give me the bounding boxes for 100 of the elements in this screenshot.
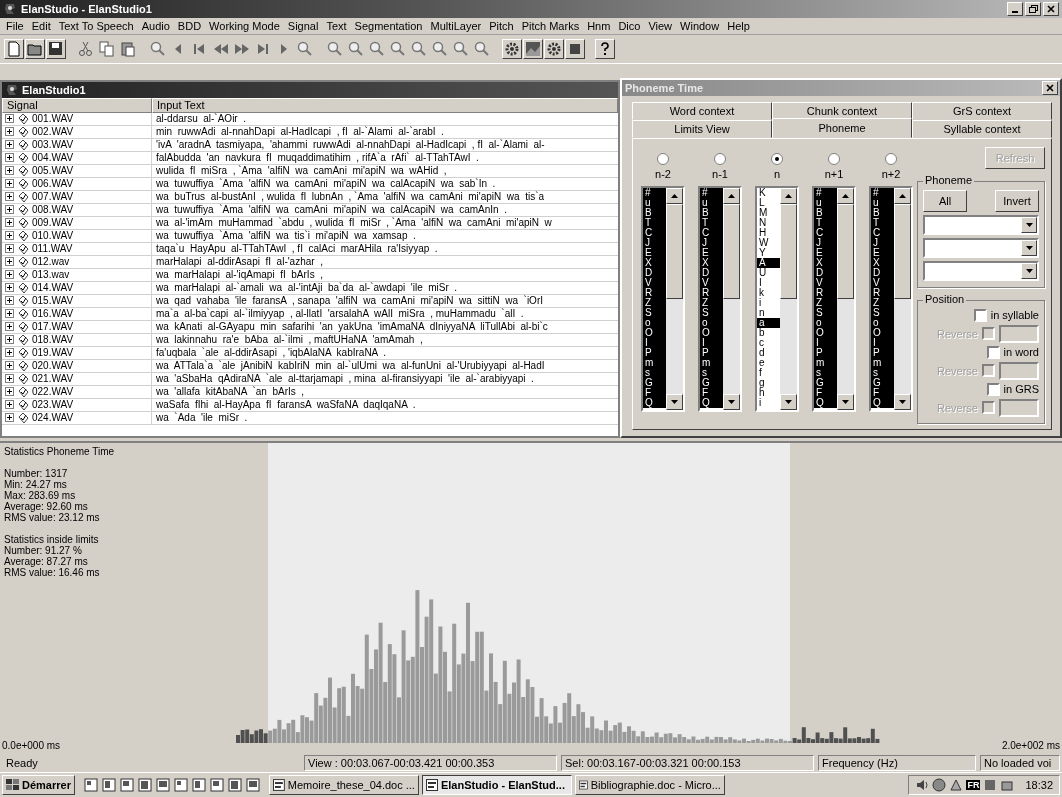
- expand-icon[interactable]: [5, 387, 14, 397]
- zoom-icon[interactable]: [452, 39, 470, 58]
- list-item[interactable]: O: [814, 327, 837, 338]
- list-item[interactable]: G: [871, 377, 894, 388]
- list-item[interactable]: d: [757, 347, 780, 358]
- list-item[interactable]: X: [871, 257, 894, 268]
- zoom-icon[interactable]: [296, 39, 314, 58]
- list-item[interactable]: B: [700, 207, 723, 218]
- list-item[interactable]: V: [700, 277, 723, 288]
- new-file-icon[interactable]: [5, 39, 23, 58]
- list-item[interactable]: Q: [700, 397, 723, 408]
- menu-item[interactable]: Pitch: [485, 19, 518, 32]
- list-item[interactable]: J: [871, 237, 894, 248]
- list-item[interactable]: H: [757, 227, 780, 238]
- list-item[interactable]: a: [757, 317, 780, 328]
- radio-button[interactable]: [657, 152, 669, 165]
- list-item[interactable]: c: [757, 337, 780, 348]
- scroll-down-button[interactable]: [894, 393, 911, 410]
- list-item[interactable]: W: [757, 237, 780, 248]
- list-item[interactable]: G: [643, 377, 666, 388]
- scroll-thumb[interactable]: [723, 203, 740, 299]
- scroll-up-button[interactable]: [666, 187, 683, 204]
- list-item[interactable]: o: [871, 317, 894, 328]
- list-item[interactable]: E: [643, 247, 666, 258]
- zoom-icon[interactable]: [473, 39, 491, 58]
- radio-button[interactable]: [828, 152, 840, 165]
- list-item[interactable]: F: [700, 387, 723, 398]
- list-item[interactable]: P: [871, 347, 894, 358]
- list-item[interactable]: S: [700, 307, 723, 318]
- menu-item[interactable]: MultiLayer: [426, 19, 486, 32]
- menu-item[interactable]: Signal: [283, 19, 323, 32]
- list-item[interactable]: m: [643, 357, 666, 368]
- list-item[interactable]: s: [643, 367, 666, 378]
- radio-button[interactable]: [885, 152, 897, 165]
- list-item[interactable]: F: [871, 387, 894, 398]
- list-item[interactable]: B: [643, 207, 666, 218]
- tab[interactable]: GrS context: [912, 101, 1052, 120]
- image-icon[interactable]: [524, 39, 542, 58]
- list-item[interactable]: V: [871, 277, 894, 288]
- expand-icon[interactable]: [5, 283, 14, 293]
- list-item[interactable]: #: [643, 187, 666, 198]
- list-item[interactable]: O: [643, 327, 666, 338]
- list-box[interactable]: # u B T C J E X D V R Z S o O I P m s G F Q: [869, 185, 913, 412]
- list-item[interactable]: Z: [700, 297, 723, 308]
- list-item[interactable]: O: [871, 327, 894, 338]
- list-item[interactable]: T: [814, 217, 837, 228]
- list-item[interactable]: I: [700, 337, 723, 348]
- scroll-thumb[interactable]: [780, 203, 797, 299]
- list-item[interactable]: s: [700, 367, 723, 378]
- list-item[interactable]: #: [814, 187, 837, 198]
- expand-icon[interactable]: [5, 244, 14, 254]
- expand-icon[interactable]: [5, 374, 14, 384]
- menu-item[interactable]: Text To Speech: [54, 19, 138, 32]
- list-item[interactable]: Q: [643, 397, 666, 408]
- tab[interactable]: Word context: [632, 101, 772, 120]
- list-item[interactable]: D: [643, 267, 666, 278]
- expand-icon[interactable]: [5, 257, 14, 267]
- language-indicator[interactable]: FR: [966, 780, 981, 791]
- list-item[interactable]: u: [814, 197, 837, 208]
- menu-item[interactable]: Window: [676, 19, 724, 32]
- list-item[interactable]: C: [700, 227, 723, 238]
- list-item[interactable]: g: [757, 377, 780, 388]
- menu-item[interactable]: Working Mode: [205, 19, 284, 32]
- list-item[interactable]: C: [871, 227, 894, 238]
- restore-button[interactable]: [1025, 2, 1041, 16]
- dropdown[interactable]: [923, 260, 1039, 281]
- expand-icon[interactable]: [5, 140, 14, 150]
- menu-item[interactable]: View: [644, 19, 677, 32]
- list-item[interactable]: J: [643, 237, 666, 248]
- zoom-icon[interactable]: [347, 39, 365, 58]
- expand-icon[interactable]: [5, 114, 14, 124]
- expand-icon[interactable]: [5, 166, 14, 176]
- list-item[interactable]: Z: [643, 297, 666, 308]
- list-item[interactable]: P: [643, 347, 666, 358]
- copy-icon[interactable]: [98, 39, 116, 58]
- list-item[interactable]: X: [814, 257, 837, 268]
- list-item[interactable]: S: [643, 307, 666, 318]
- tab[interactable]: Phoneme: [772, 117, 912, 138]
- list-item[interactable]: m: [871, 357, 894, 368]
- list-item[interactable]: E: [814, 247, 837, 258]
- close-button[interactable]: [1042, 80, 1058, 95]
- list-item[interactable]: G: [700, 377, 723, 388]
- list-item[interactable]: #: [700, 187, 723, 198]
- list-item[interactable]: u: [700, 197, 723, 208]
- menu-item[interactable]: Hnm: [583, 19, 615, 32]
- menu-item[interactable]: Audio: [137, 19, 174, 32]
- checkbox[interactable]: [986, 345, 1000, 359]
- list-item[interactable]: K: [757, 187, 780, 198]
- taskbar-button[interactable]: ElanStudio - ElanStud...: [421, 775, 572, 796]
- expand-icon[interactable]: [5, 231, 14, 241]
- list-item[interactable]: F: [643, 387, 666, 398]
- list-item[interactable]: C: [814, 227, 837, 238]
- checkbox[interactable]: [986, 382, 1000, 396]
- list-item[interactable]: i: [757, 297, 780, 308]
- list-item[interactable]: I: [643, 337, 666, 348]
- list-item[interactable]: S: [871, 307, 894, 318]
- list-item[interactable]: U: [757, 267, 780, 278]
- list-item[interactable]: P: [814, 347, 837, 358]
- scroll-down-button[interactable]: [837, 393, 854, 410]
- list-item[interactable]: o: [643, 317, 666, 328]
